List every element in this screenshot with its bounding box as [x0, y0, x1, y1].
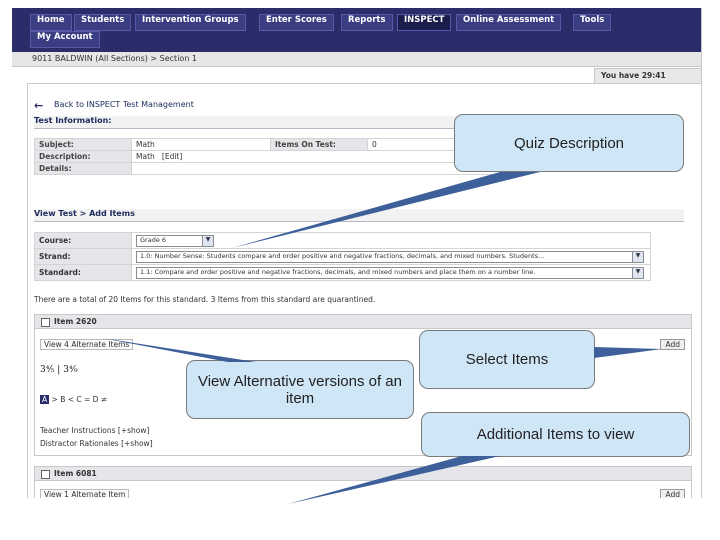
top-navbar: Home Students Intervention Groups Enter …	[12, 8, 701, 52]
item-card-6081: Item 6081 View 1 Alternate Item Add	[34, 466, 692, 498]
strand-select[interactable]: 1.0: Number Sense: Students compare and …	[136, 250, 644, 263]
item-title: Item 6081	[54, 469, 97, 478]
item-select-checkbox[interactable]	[41, 469, 50, 479]
chevron-down-icon: ▼	[632, 267, 643, 278]
choices-text: > B < C = D ≠	[49, 395, 108, 404]
course-cell: Grade 6 ▼	[131, 232, 651, 249]
chevron-down-icon: ▼	[202, 235, 213, 246]
item-title: Item 2620	[54, 317, 97, 326]
item-card-header: Item 2620	[35, 315, 691, 329]
nav-students[interactable]: Students	[74, 14, 132, 31]
test-information-table: Subject: Math Items On Test: 0 Descripti…	[34, 138, 518, 175]
back-to-test-management-link[interactable]: Back to INSPECT Test Management	[54, 100, 194, 109]
slide: Home Students Intervention Groups Enter …	[0, 0, 720, 540]
subject-value: Math	[131, 138, 271, 151]
items-total-summary: There are a total of 20 Items for this s…	[34, 295, 376, 304]
item-select-checkbox[interactable]	[41, 317, 50, 327]
session-timer: You have 29:41	[594, 68, 701, 84]
item-card-header: Item 6081	[35, 467, 691, 481]
course-select[interactable]: Grade 6 ▼	[136, 234, 214, 247]
breadcrumb-bar: 9011 BALDWIN (All Sections) > Section 1	[12, 52, 701, 67]
items-on-test-label: Items On Test:	[270, 138, 368, 151]
nav-reports[interactable]: Reports	[341, 14, 393, 31]
nav-tools[interactable]: Tools	[573, 14, 612, 31]
standard-label: Standard:	[34, 264, 132, 281]
description-value: Math	[136, 152, 155, 161]
back-arrow-icon[interactable]: ←	[34, 99, 43, 112]
callout-select-items: Select Items	[419, 330, 595, 389]
callout-view-alternatives: View Alternative versions of an item	[186, 360, 414, 419]
description-label: Description:	[34, 150, 132, 163]
nav-online-assessment[interactable]: Online Assessment	[456, 14, 562, 31]
nav-home[interactable]: Home	[30, 14, 72, 31]
teacher-instructions-toggle[interactable]: Teacher Instructions [+show]	[40, 426, 149, 435]
nav-enter-scores[interactable]: Enter Scores	[259, 14, 334, 31]
standard-select-value: 1.1: Compare and order positive and nega…	[140, 267, 536, 276]
details-label: Details:	[34, 162, 132, 175]
course-label: Course:	[34, 232, 132, 249]
view-alternate-items-link[interactable]: View 4 Alternate Items	[40, 339, 134, 350]
nav-intervention-groups[interactable]: Intervention Groups	[135, 14, 246, 31]
filter-table: Course: Grade 6 ▼ Strand: 1.0: Number Sen…	[34, 232, 651, 281]
edit-description-link[interactable]: [Edit]	[162, 152, 182, 161]
view-alternate-items-link[interactable]: View 1 Alternate Item	[40, 489, 130, 498]
chevron-down-icon: ▼	[632, 251, 643, 262]
course-select-value: Grade 6	[140, 235, 167, 244]
item-formula: 3⁴⁄₅ | 3⁴⁄₉	[40, 365, 78, 375]
nav-inspect[interactable]: INSPECT	[397, 14, 452, 31]
answer-choices: A > B < C = D ≠	[40, 395, 107, 404]
standard-cell: 1.1: Compare and order positive and nega…	[131, 264, 651, 281]
distractor-rationales-toggle[interactable]: Distractor Rationales [+show]	[40, 439, 153, 448]
choice-a-marker: A	[40, 395, 50, 404]
strand-cell: 1.0: Number Sense: Students compare and …	[131, 248, 651, 265]
add-item-button[interactable]: Add	[660, 339, 685, 350]
callout-quiz-description: Quiz Description	[454, 114, 684, 172]
strand-label: Strand:	[34, 248, 132, 265]
view-test-heading: View Test > Add Items	[34, 209, 684, 222]
nav-my-account[interactable]: My Account	[30, 31, 100, 48]
standard-select[interactable]: 1.1: Compare and order positive and nega…	[136, 266, 644, 279]
callout-additional-items: Additional Items to view	[421, 412, 690, 457]
subject-label: Subject:	[34, 138, 132, 151]
breadcrumb[interactable]: 9011 BALDWIN (All Sections) > Section 1	[32, 54, 197, 63]
strand-select-value: 1.0: Number Sense: Students compare and …	[140, 251, 545, 260]
add-item-button[interactable]: Add	[660, 489, 685, 498]
